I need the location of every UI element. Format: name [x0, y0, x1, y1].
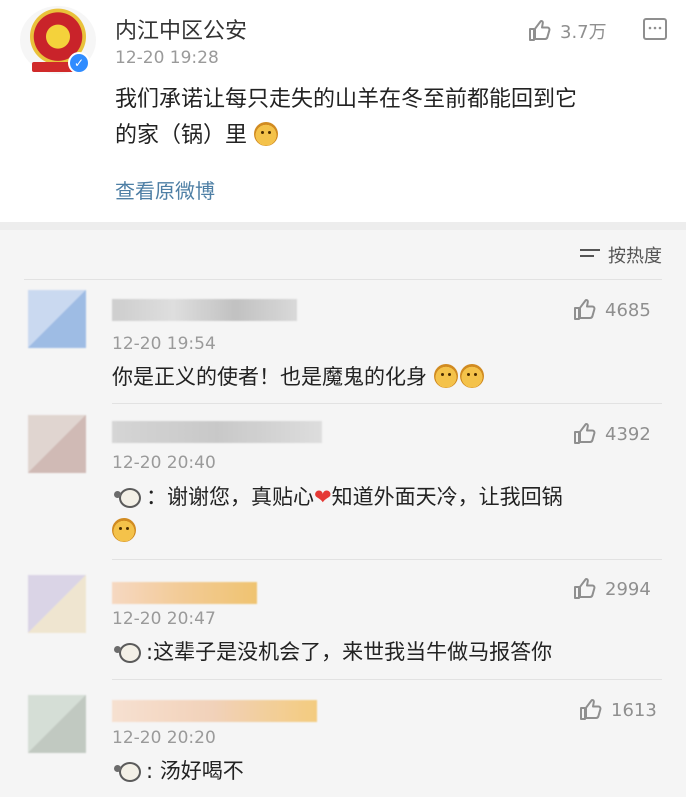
comment-like-count: 2994 [605, 578, 651, 600]
comment-like-button[interactable]: 2994 [573, 577, 651, 601]
comment-text-content: 你是正义的使者！也是魔鬼的化身 [112, 365, 427, 389]
comment-username[interactable] [112, 582, 257, 604]
comment-avatar[interactable] [28, 695, 86, 753]
comment-like-button[interactable]: 4685 [573, 298, 651, 322]
comment-avatar[interactable] [28, 415, 86, 473]
thumbs-up-icon [529, 20, 551, 41]
sort-by-hot-button[interactable]: 按热度 [580, 242, 662, 268]
comment-text: :这辈子是没机会了，来世我当牛做马报答你 [112, 635, 657, 669]
sort-icon [580, 247, 600, 263]
post-text-line-1: 我们承诺让每只走失的山羊在冬至前都能回到它 [115, 87, 578, 112]
goat-emoji-icon [112, 639, 144, 663]
post-card: ✓ 内江中区公安 12-20 19:28 3.7万 我们承诺让每只走失的山羊在冬… [0, 0, 686, 222]
thumbs-up-icon [580, 699, 602, 720]
comment-username[interactable] [112, 299, 297, 321]
doge-emoji-icon [433, 364, 458, 388]
comments-section: 按热度 4685 12-20 19:54 你是正义的使者！也是魔鬼的化身 439… [0, 230, 686, 797]
comment-time: 12-20 19:54 [112, 334, 216, 354]
divider [112, 559, 662, 560]
comment-username[interactable] [112, 700, 317, 722]
post-author[interactable]: 内江中区公安 [115, 13, 247, 45]
comment-text: 你是正义的使者！也是魔鬼的化身 [112, 360, 486, 394]
post-time: 12-20 19:28 [115, 48, 219, 68]
doge-emoji-icon [254, 122, 279, 146]
comment-like-button[interactable]: 4392 [573, 422, 651, 446]
comment-text-part-a: ：谢谢您，真贴心 [146, 485, 314, 509]
doge-emoji-icon [112, 518, 136, 542]
comment-text: ：谢谢您，真贴心❤知道外面天冷，让我回锅 [112, 480, 652, 548]
verified-badge-icon: ✓ [68, 52, 90, 74]
thumbs-up-icon [574, 423, 596, 444]
comment-text-content: : 汤好喝不 [146, 759, 244, 783]
comment-time: 12-20 20:40 [112, 453, 216, 473]
divider [24, 279, 662, 280]
heart-emoji-icon: ❤ [314, 485, 332, 509]
post-text-line-2-text: 的家（锅）里 [115, 123, 248, 148]
view-original-link[interactable]: 查看原微博 [115, 175, 215, 204]
comment-text-part-b: 知道外面天冷，让我回锅 [331, 485, 563, 509]
comment-username[interactable] [112, 421, 322, 443]
post-like-button[interactable]: 3.7万 [528, 18, 607, 44]
comment-like-button[interactable]: 1613 [579, 698, 657, 722]
comment-like-count: 4685 [605, 299, 651, 321]
comment-like-count: 1613 [611, 699, 657, 721]
divider [112, 403, 662, 404]
comment-text-content: :这辈子是没机会了，来世我当牛做马报答你 [146, 640, 553, 664]
comment-avatar[interactable] [28, 290, 86, 348]
comment-time: 12-20 20:47 [112, 609, 216, 629]
post-text: 我们承诺让每只走失的山羊在冬至前都能回到它 的家（锅）里 [115, 82, 660, 154]
goat-emoji-icon [112, 758, 144, 782]
comment-avatar[interactable] [28, 575, 86, 633]
section-gap [0, 222, 686, 230]
thumbs-up-icon [574, 299, 596, 320]
thumbs-up-icon [574, 578, 596, 599]
comment-time: 12-20 20:20 [112, 728, 216, 748]
post-like-count: 3.7万 [560, 22, 607, 43]
divider [112, 679, 662, 680]
comment-icon[interactable] [643, 18, 667, 40]
comment-like-count: 4392 [605, 423, 651, 445]
goat-emoji-icon [112, 484, 144, 508]
doge-emoji-icon [459, 364, 484, 388]
sort-label: 按热度 [608, 246, 662, 267]
post-text-line-2: 的家（锅）里 [115, 118, 660, 154]
comment-text: : 汤好喝不 [112, 754, 244, 788]
